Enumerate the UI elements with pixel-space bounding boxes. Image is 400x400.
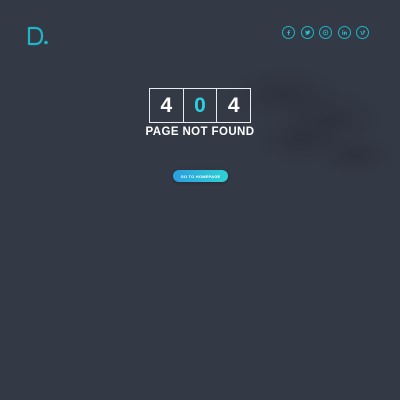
error-digit: 4 [150,89,184,122]
page-title: PAGE NOT FOUND [145,126,255,138]
error-digit: 0 [184,89,218,122]
facebook-icon[interactable] [282,26,295,39]
brand-logo[interactable] [27,26,49,46]
twitter-icon[interactable] [300,26,314,39]
pinterest-icon[interactable] [319,26,332,39]
error-code: 4 0 4 [149,88,251,123]
logo-d-icon [27,26,48,46]
vimeo-icon[interactable] [356,26,369,39]
error-digit: 4 [227,93,240,117]
error-page: 4 0 4 PAGE NOT FOUND GO TO HOMEPAGE [0,0,400,400]
social-links [282,26,369,39]
background-cloud [225,67,395,177]
go-to-homepage-button[interactable]: GO TO HOMEPAGE [173,170,228,182]
linkedin-icon[interactable] [337,26,351,39]
